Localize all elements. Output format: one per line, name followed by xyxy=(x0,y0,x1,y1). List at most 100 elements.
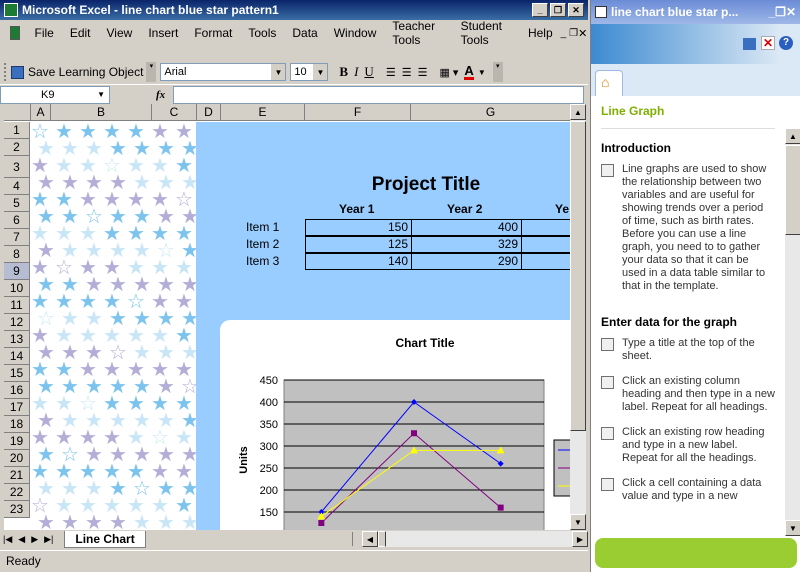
align-right-icon[interactable]: ☰ xyxy=(415,62,431,82)
help-icon[interactable]: ? xyxy=(779,36,793,50)
row-header-7[interactable]: 7 xyxy=(4,229,30,246)
menu-tools[interactable]: Tools xyxy=(240,26,284,40)
document-icon[interactable] xyxy=(10,26,21,40)
scroll-up-icon[interactable]: ▲ xyxy=(785,128,800,144)
align-center-icon[interactable]: ☰ xyxy=(399,62,415,82)
column-header-e[interactable]: E xyxy=(221,104,305,121)
table-header-year2[interactable]: Year 2 xyxy=(447,202,482,216)
checkbox[interactable] xyxy=(601,478,614,491)
checklist-item[interactable]: Click an existing row heading and type i… xyxy=(601,426,775,465)
close-icon[interactable]: ✕ xyxy=(761,36,775,50)
font-name-combo[interactable]: Arial ▼ xyxy=(160,63,287,81)
table-cell[interactable]: 329 xyxy=(411,236,522,253)
tab-splitter[interactable] xyxy=(352,532,358,546)
column-header-g[interactable]: G xyxy=(411,104,570,121)
scroll-down-icon[interactable]: ▼ xyxy=(785,520,800,536)
row-header-19[interactable]: 19 xyxy=(4,433,30,450)
checklist-item[interactable]: Click an existing column heading and the… xyxy=(601,375,775,414)
menu-insert[interactable]: Insert xyxy=(140,26,186,40)
align-left-icon[interactable]: ☰ xyxy=(383,62,399,82)
table-row-label[interactable]: Item 2 xyxy=(246,237,279,251)
row-header-5[interactable]: 5 xyxy=(4,195,30,212)
first-sheet-icon[interactable]: |◀ xyxy=(0,534,15,545)
borders-icon[interactable]: ▦ ▾ xyxy=(436,62,461,82)
pane-restore-button[interactable]: ❐ xyxy=(775,5,786,19)
function-icon[interactable]: fx xyxy=(156,89,165,101)
prev-sheet-icon[interactable]: ◀ xyxy=(15,534,28,545)
pane-minimize-button[interactable]: _ xyxy=(768,5,775,19)
menu-data[interactable]: Data xyxy=(284,26,325,40)
task-pane-scrollbar[interactable]: ▲ ▼ xyxy=(785,128,800,536)
row-header-6[interactable]: 6 xyxy=(4,212,30,229)
row-header-2[interactable]: 2 xyxy=(4,139,30,156)
row-header-17[interactable]: 17 xyxy=(4,399,30,416)
row-header-20[interactable]: 20 xyxy=(4,450,30,467)
row-header-23[interactable]: 23 xyxy=(4,501,30,518)
close-button[interactable]: ✕ xyxy=(568,3,584,17)
table-header-year3[interactable]: Ye xyxy=(555,202,569,216)
table-row-label[interactable]: Item 3 xyxy=(246,254,279,268)
font-color-button[interactable]: A ▼ xyxy=(461,62,488,82)
row-header-15[interactable]: 15 xyxy=(4,365,30,382)
row-header-3[interactable]: 3 xyxy=(4,156,30,178)
table-cell[interactable] xyxy=(521,219,570,236)
table-cell[interactable]: 290 xyxy=(411,253,522,270)
horizontal-scroll-thumb[interactable] xyxy=(378,531,386,547)
table-row-label[interactable]: Item 1 xyxy=(246,220,279,234)
table-cell[interactable]: 140 xyxy=(305,253,412,270)
bold-button[interactable]: B xyxy=(336,62,351,82)
minimize-button[interactable]: _ xyxy=(532,3,548,17)
save-learning-object-button[interactable]: Save Learning Object xyxy=(8,62,146,82)
name-box[interactable]: K9 ▼ xyxy=(0,85,110,104)
scroll-right-icon[interactable]: ▶ xyxy=(572,531,588,547)
toolbar-options-icon[interactable]: ▾ xyxy=(146,62,157,82)
row-header-10[interactable]: 10 xyxy=(4,280,30,297)
menu-student-tools[interactable]: Student Tools xyxy=(453,19,520,47)
task-pane-scroll-thumb[interactable] xyxy=(785,145,800,235)
pane-close-button[interactable]: ✕ xyxy=(786,5,796,19)
checkbox[interactable] xyxy=(601,376,614,389)
doc-minimize-button[interactable]: _ xyxy=(561,28,569,39)
checkbox[interactable] xyxy=(601,338,614,351)
row-header-21[interactable]: 21 xyxy=(4,467,30,484)
scroll-up-icon[interactable]: ▲ xyxy=(570,104,586,120)
sheet-tab-line-chart[interactable]: Line Chart xyxy=(64,530,146,548)
scroll-left-icon[interactable]: ◀ xyxy=(362,531,378,547)
doc-restore-button[interactable]: ❐ xyxy=(569,28,578,39)
scroll-down-icon[interactable]: ▼ xyxy=(570,514,586,530)
next-sheet-icon[interactable]: ▶ xyxy=(28,534,41,545)
menu-edit[interactable]: Edit xyxy=(62,26,99,40)
row-header-22[interactable]: 22 xyxy=(4,484,30,501)
last-sheet-icon[interactable]: ▶| xyxy=(41,534,56,545)
horizontal-scrollbar[interactable]: ◀ ▶ xyxy=(362,531,588,547)
menu-file[interactable]: File xyxy=(26,26,61,40)
checklist-item[interactable]: Type a title at the top of the sheet. xyxy=(601,337,775,363)
chart-area[interactable]: Chart Title 450400350300250200150100 Uni… xyxy=(220,320,570,530)
book-icon[interactable] xyxy=(743,38,756,50)
checklist-item[interactable]: Click a cell containing a data value and… xyxy=(601,477,775,503)
table-cell[interactable] xyxy=(521,253,570,270)
italic-button[interactable]: I xyxy=(351,62,361,82)
font-size-combo[interactable]: 10 ▼ xyxy=(290,63,329,81)
row-header-1[interactable]: 1 xyxy=(4,122,30,139)
toolbar-options-icon[interactable]: ▾ xyxy=(492,62,503,82)
line-chart[interactable]: 450400350300250200150100 xyxy=(220,320,570,530)
menu-help[interactable]: Help xyxy=(520,26,561,40)
column-header-d[interactable]: D xyxy=(197,104,221,121)
menu-teacher-tools[interactable]: Teacher Tools xyxy=(384,19,452,47)
checklist-item[interactable]: Line graphs are used to show the relatio… xyxy=(601,163,775,293)
select-all-corner[interactable] xyxy=(4,104,31,121)
project-title[interactable]: Project Title xyxy=(196,174,570,196)
column-header-a[interactable]: A xyxy=(31,104,51,121)
table-cell[interactable] xyxy=(521,236,570,253)
menu-view[interactable]: View xyxy=(99,26,141,40)
table-cell[interactable]: 400 xyxy=(411,219,522,236)
row-header-8[interactable]: 8 xyxy=(4,246,30,263)
row-header-16[interactable]: 16 xyxy=(4,382,30,399)
table-header-year1[interactable]: Year 1 xyxy=(339,202,374,216)
restore-button[interactable]: ❐ xyxy=(550,3,566,17)
row-header-11[interactable]: 11 xyxy=(4,297,30,314)
worksheet-grid[interactable]: A B C D E F G 1 2 3 4 5 6 7 8 9 10 11 12 13 14 15 16 17 1… xyxy=(4,104,570,530)
table-cell[interactable]: 150 xyxy=(305,219,412,236)
column-header-f[interactable]: F xyxy=(305,104,411,121)
